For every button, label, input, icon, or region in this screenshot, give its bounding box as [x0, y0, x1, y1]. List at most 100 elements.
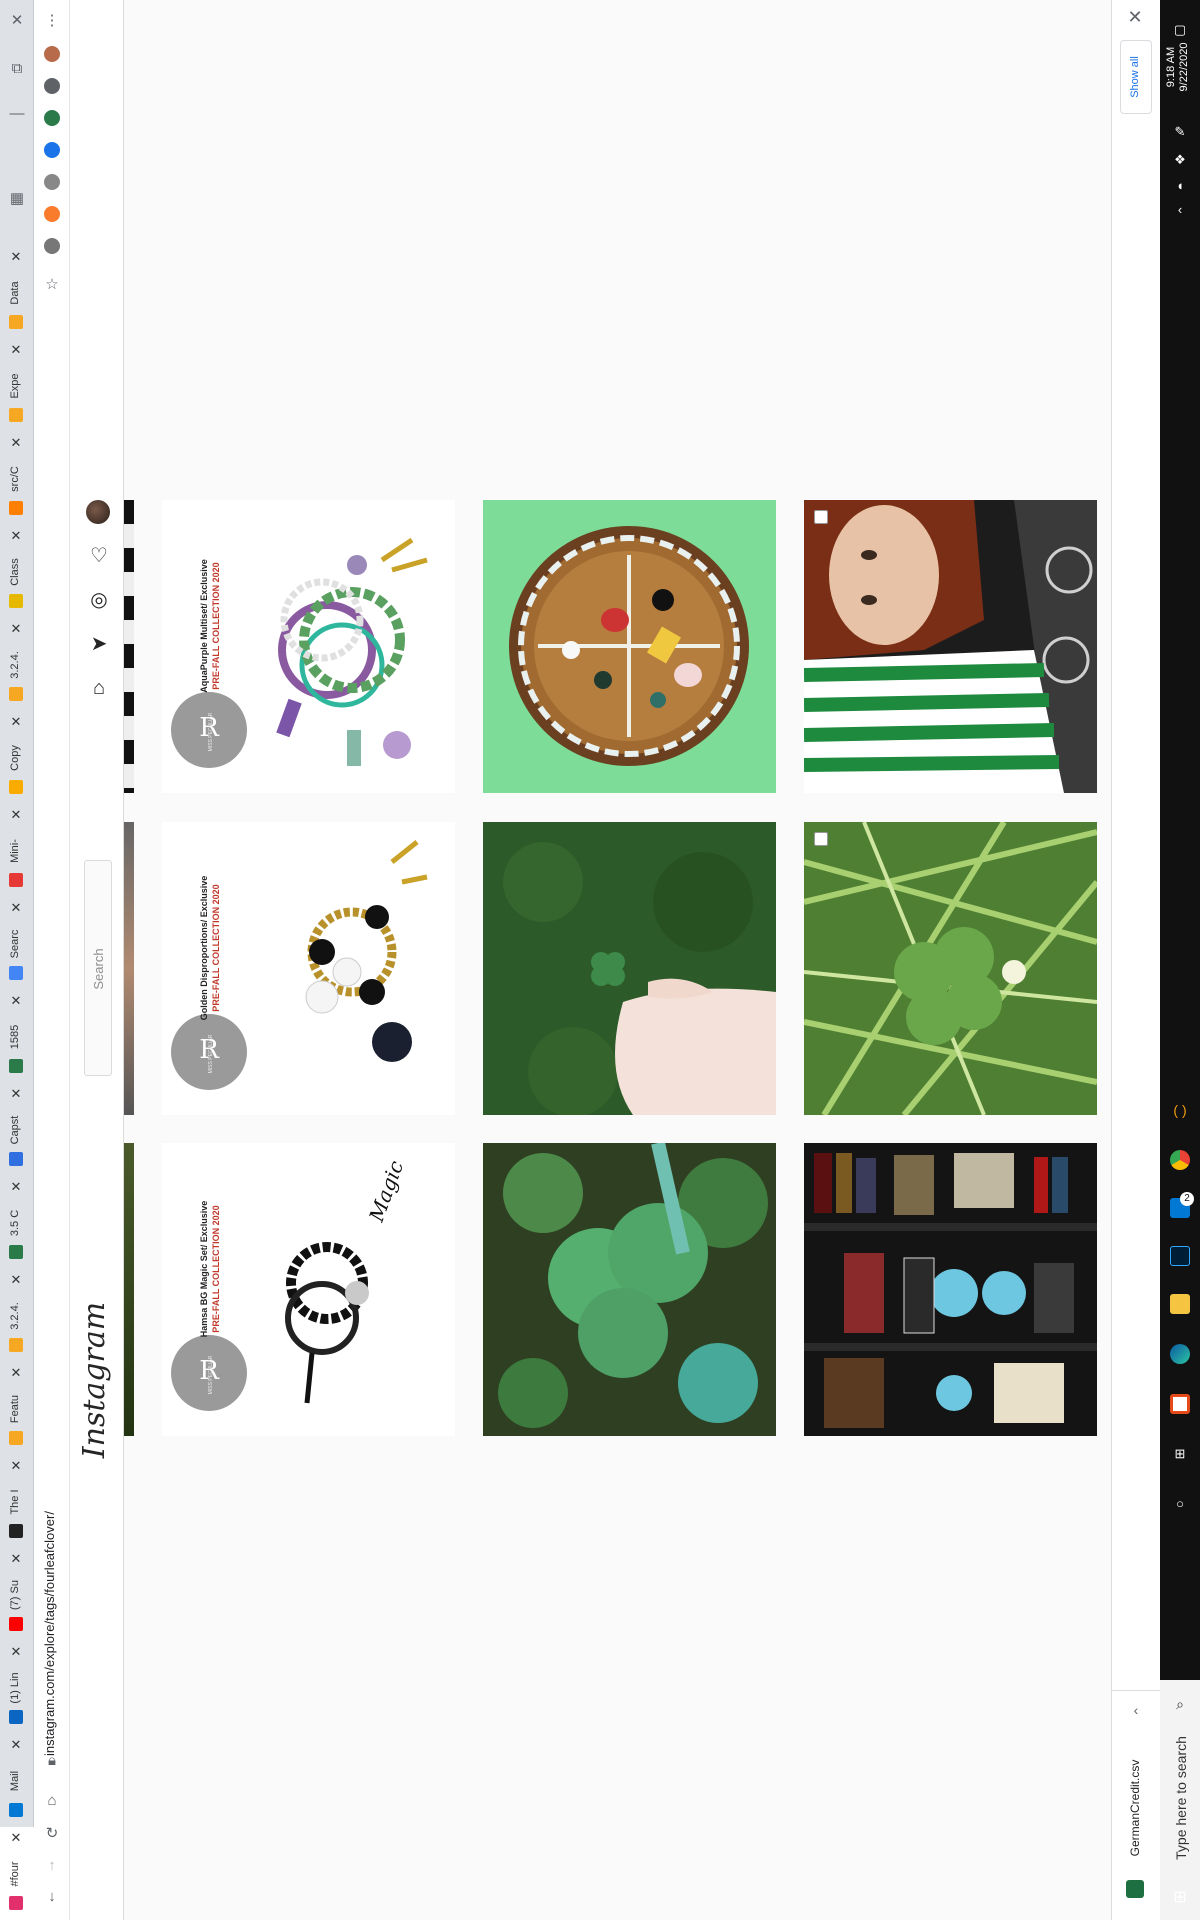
- dropbox-icon[interactable]: ❖: [1172, 152, 1188, 168]
- browser-tab[interactable]: (1) Lin ✕: [0, 1641, 34, 1734]
- tab-close-icon[interactable]: ✕: [9, 622, 23, 636]
- tab-close-icon[interactable]: ✕: [9, 994, 23, 1008]
- stocks-icon[interactable]: [44, 110, 60, 126]
- forward-icon[interactable]: ↑: [43, 1857, 61, 1875]
- browser-tab[interactable]: (7) Su ✕: [0, 1548, 34, 1641]
- taskbar-search-box[interactable]: Type here to search ⌕: [1160, 1680, 1200, 1920]
- volume-icon[interactable]: ◖: [1172, 178, 1188, 194]
- puzzle-icon[interactable]: [44, 78, 60, 94]
- post-subcaption: PRE-FALL COLLECTION 2020: [211, 1205, 221, 1333]
- restore-icon[interactable]: ⧉: [8, 60, 26, 78]
- post-subcaption: PRE-FALL COLLECTION 2020: [211, 884, 221, 1012]
- browser-tab[interactable]: Mini- ✕: [0, 804, 34, 897]
- address-bar[interactable]: instagram.com/explore/tags/fourleafclove…: [38, 1460, 66, 1760]
- browser-tab[interactable]: The I ✕: [0, 1455, 34, 1548]
- cortana-icon[interactable]: ○: [1172, 1496, 1188, 1512]
- photoshop-app-icon[interactable]: [1170, 1246, 1190, 1266]
- x-ext-icon[interactable]: [44, 206, 60, 222]
- tab-close-icon[interactable]: ✕: [9, 250, 23, 264]
- post-bookshelf-figures[interactable]: [804, 1143, 1097, 1436]
- file-explorer-app-icon[interactable]: [1170, 1294, 1190, 1314]
- browser-tab[interactable]: Mail ✕: [0, 1734, 34, 1827]
- post-hand-holding-clover[interactable]: [483, 822, 776, 1115]
- menu-icon[interactable]: ⋮: [43, 12, 61, 30]
- tray-expand-icon[interactable]: ‹: [1172, 202, 1188, 218]
- task-view-icon[interactable]: ⊞: [1172, 1446, 1188, 1462]
- minimize-icon[interactable]: —: [8, 105, 26, 123]
- activity-heart-icon[interactable]: ♡: [87, 544, 111, 568]
- star-icon[interactable]: ☆: [43, 276, 61, 294]
- browser-tab[interactable]: 3.2.4. ✕: [0, 618, 34, 711]
- browser-tab[interactable]: 3.2.4. ✕: [0, 1269, 34, 1362]
- pen-icon[interactable]: ✎: [1172, 124, 1188, 140]
- bookshelf-image: [804, 1143, 1097, 1436]
- tab-close-icon[interactable]: ✕: [9, 1738, 23, 1752]
- browser-tab[interactable]: Searc ✕: [0, 897, 34, 990]
- reload-icon[interactable]: ↻: [43, 1825, 61, 1843]
- clock-time: 9:18 AM: [1165, 46, 1177, 88]
- post-brand: MISS PECULIAR: [208, 712, 214, 752]
- select-checkbox[interactable]: [814, 832, 828, 846]
- window-close-icon[interactable]: ✕: [8, 12, 26, 30]
- search-input[interactable]: Search: [84, 860, 112, 1076]
- tab-close-icon[interactable]: ✕: [9, 901, 23, 915]
- instagram-logo[interactable]: Instagram: [77, 1295, 117, 1465]
- select-checkbox[interactable]: [814, 510, 828, 524]
- tab-close-icon[interactable]: ✕: [9, 529, 23, 543]
- tab-close-icon[interactable]: ✕: [9, 1087, 23, 1101]
- clock[interactable]: 9:18 AM 9/22/2020: [1165, 27, 1195, 107]
- browser-tab[interactable]: #four ✕: [0, 1827, 34, 1920]
- tab-close-icon[interactable]: ✕: [9, 1273, 23, 1287]
- post-bracelet-hamsa[interactable]: R Magic Hamsa BG Magic Set/ Exclusive PR…: [162, 1143, 455, 1436]
- tab-close-icon[interactable]: ✕: [9, 1831, 23, 1845]
- lock-icon[interactable]: 🔒︎: [43, 1752, 61, 1770]
- office-app-icon[interactable]: [1170, 1394, 1190, 1414]
- outlook-app-icon[interactable]: 2: [1170, 1192, 1194, 1218]
- tab-close-icon[interactable]: ✕: [9, 1459, 23, 1473]
- chrome-app-icon[interactable]: [1170, 1150, 1190, 1170]
- post-bracelet-golden[interactable]: R Golden Disproportions/ Exclusive PRE-F…: [162, 822, 455, 1115]
- browser-tab[interactable]: Capst ✕: [0, 1083, 34, 1176]
- post-brand: MISS PECULIAR: [208, 1034, 214, 1074]
- home-icon[interactable]: ⌂: [43, 1792, 61, 1810]
- close-downloads-button[interactable]: ✕: [1124, 6, 1146, 28]
- back-icon[interactable]: ↓: [43, 1888, 61, 1906]
- post-clover-closeup[interactable]: [483, 1143, 776, 1436]
- tab-close-icon[interactable]: ✕: [9, 1366, 23, 1380]
- post-bracelet-aquapurple[interactable]: R AquaPurple Multiset/ Exclusive PRE-FAL…: [162, 500, 455, 793]
- tab-search-icon[interactable]: ▦: [8, 190, 26, 208]
- tab-close-icon[interactable]: ✕: [9, 343, 23, 357]
- post-glass-dish-on-green[interactable]: [483, 500, 776, 793]
- tab-close-icon[interactable]: ✕: [9, 1552, 23, 1566]
- post-woman-celtic-jersey[interactable]: [804, 500, 1097, 793]
- explore-compass-icon[interactable]: ◎: [87, 588, 111, 612]
- direct-message-icon[interactable]: ➤: [87, 632, 111, 656]
- browser-tab[interactable]: Copy ✕: [0, 711, 34, 804]
- profile-avatar[interactable]: [86, 500, 110, 524]
- start-windows-icon[interactable]: ⊞: [1172, 1890, 1188, 1906]
- tab-close-icon[interactable]: ✕: [9, 808, 23, 822]
- tab-close-icon[interactable]: ✕: [9, 1645, 23, 1659]
- show-all-button[interactable]: Show all: [1120, 40, 1152, 114]
- browser-tab[interactable]: 3.5 C ✕: [0, 1176, 34, 1269]
- browser-tab[interactable]: 1585 ✕: [0, 990, 34, 1083]
- post-clover-in-grass[interactable]: [804, 822, 1097, 1115]
- browser-tab[interactable]: Class ✕: [0, 525, 34, 618]
- profile-z-icon[interactable]: [44, 46, 60, 62]
- browser-tab[interactable]: Featu ✕: [0, 1362, 34, 1455]
- home-icon[interactable]: ⌂: [87, 676, 111, 700]
- translate-icon[interactable]: [44, 142, 60, 158]
- show-all-label: Show all: [1129, 56, 1141, 98]
- edge-app-icon[interactable]: [1170, 1344, 1190, 1364]
- browser-tab[interactable]: src/C ✕: [0, 432, 34, 525]
- tab-close-icon[interactable]: ✕: [9, 436, 23, 450]
- browser-tab[interactable]: Data ✕: [0, 246, 34, 339]
- brackets-app-icon[interactable]: ( ): [1170, 1100, 1190, 1120]
- tab-close-icon[interactable]: ✕: [9, 1180, 23, 1194]
- screen: ✕ ⧉ — ▦ #four ✕ Mail ✕ (1) Lin ✕ (7) Su ✕ The I ✕…: [0, 0, 1200, 1920]
- tab-close-icon[interactable]: ✕: [9, 715, 23, 729]
- circle-icon[interactable]: [44, 174, 60, 190]
- windows-taskbar: ▢ 9:18 AM 9/22/2020 ✎ ❖ ◖ ‹ ( ) 2 ⊞ ○ Ty…: [1160, 0, 1200, 1920]
- browser-tab[interactable]: Expe ✕: [0, 339, 34, 432]
- g-ext-icon[interactable]: [44, 238, 60, 254]
